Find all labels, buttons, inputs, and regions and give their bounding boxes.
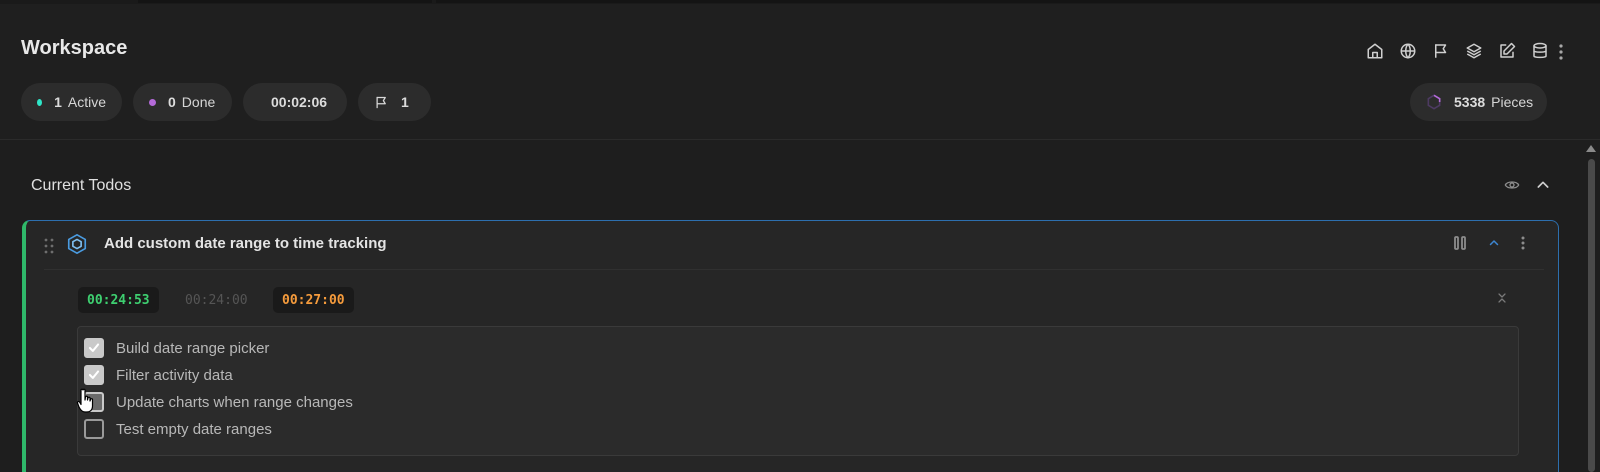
more-vertical-icon[interactable] — [1556, 42, 1566, 62]
flag-icon[interactable] — [1424, 40, 1457, 62]
subtask-label: Filter activity data — [116, 366, 233, 384]
limit-timer: 00:27:00 — [273, 287, 354, 313]
layers-icon[interactable] — [1457, 40, 1490, 62]
done-count-pill[interactable]: 0 Done — [133, 83, 232, 121]
subtask-label: Build date range picker — [116, 339, 270, 357]
workspace-header: Workspace 1 Active 0 Done 00:02:06 1 533… — [0, 4, 1600, 140]
flag-count: 1 — [401, 94, 409, 110]
subtask-label: Test empty date ranges — [116, 420, 272, 438]
top-strip-segment — [436, 0, 1600, 3]
flag-count-pill[interactable]: 1 — [358, 83, 431, 121]
header-toolbar — [1358, 40, 1556, 62]
flag-icon — [374, 95, 389, 110]
subtask-item[interactable]: Update charts when range changes — [84, 391, 353, 413]
subtask-item[interactable]: Test empty date ranges — [84, 418, 272, 440]
home-icon[interactable] — [1358, 40, 1391, 62]
estimate-timer: 00:24:00 — [185, 292, 248, 308]
section-title: Current Todos — [31, 177, 132, 194]
hand-cursor-icon — [76, 388, 98, 419]
chevron-up-icon[interactable] — [1488, 236, 1500, 254]
checkbox-unchecked[interactable] — [84, 419, 104, 439]
elapsed-timer: 00:24:53 — [78, 287, 159, 313]
scrollbar-thumb[interactable] — [1588, 159, 1595, 472]
page-title: Workspace — [21, 37, 128, 59]
checkbox-checked[interactable] — [84, 365, 104, 385]
scrollbar[interactable] — [1582, 141, 1600, 472]
drag-handle-icon[interactable] — [44, 238, 54, 259]
globe-icon[interactable] — [1391, 40, 1424, 62]
collapse-vertical-icon[interactable] — [1496, 291, 1508, 310]
todo-card[interactable]: Add custom date range to time tracking 0… — [22, 220, 1559, 472]
pieces-count: 5338 — [1454, 94, 1486, 110]
card-divider — [44, 269, 1544, 270]
subtask-label: Update charts when range changes — [116, 393, 353, 411]
top-strip-segment — [138, 0, 432, 3]
edit-icon[interactable] — [1490, 40, 1523, 62]
subtask-item[interactable]: Filter activity data — [84, 364, 233, 386]
eye-icon[interactable] — [1502, 177, 1522, 198]
pieces-pill[interactable]: 5338 Pieces — [1410, 83, 1547, 121]
active-dot-icon — [37, 98, 43, 106]
subtask-list: Build date range picker Filter activity … — [77, 326, 1519, 456]
active-label: Active — [67, 94, 106, 110]
subtask-item[interactable]: Build date range picker — [84, 337, 269, 359]
done-count: 0 — [168, 94, 176, 110]
more-vertical-icon[interactable] — [1521, 236, 1525, 255]
pause-icon[interactable] — [1454, 236, 1466, 255]
database-icon[interactable] — [1523, 40, 1556, 62]
active-count-pill[interactable]: 1 Active — [21, 83, 122, 121]
active-count: 1 — [54, 94, 62, 110]
pieces-label: Pieces — [1491, 94, 1534, 110]
scroll-up-arrow-icon[interactable] — [1586, 145, 1596, 152]
pieces-icon — [1426, 94, 1442, 110]
todo-title: Add custom date range to time tracking — [104, 235, 387, 252]
time-pill[interactable]: 00:02:06 — [243, 83, 347, 121]
cube-icon — [66, 233, 88, 260]
done-label: Done — [181, 94, 216, 110]
checkbox-checked[interactable] — [84, 338, 104, 358]
chevron-up-icon[interactable] — [1535, 177, 1551, 198]
time-total: 00:02:06 — [271, 94, 328, 110]
done-dot-icon — [149, 98, 156, 106]
